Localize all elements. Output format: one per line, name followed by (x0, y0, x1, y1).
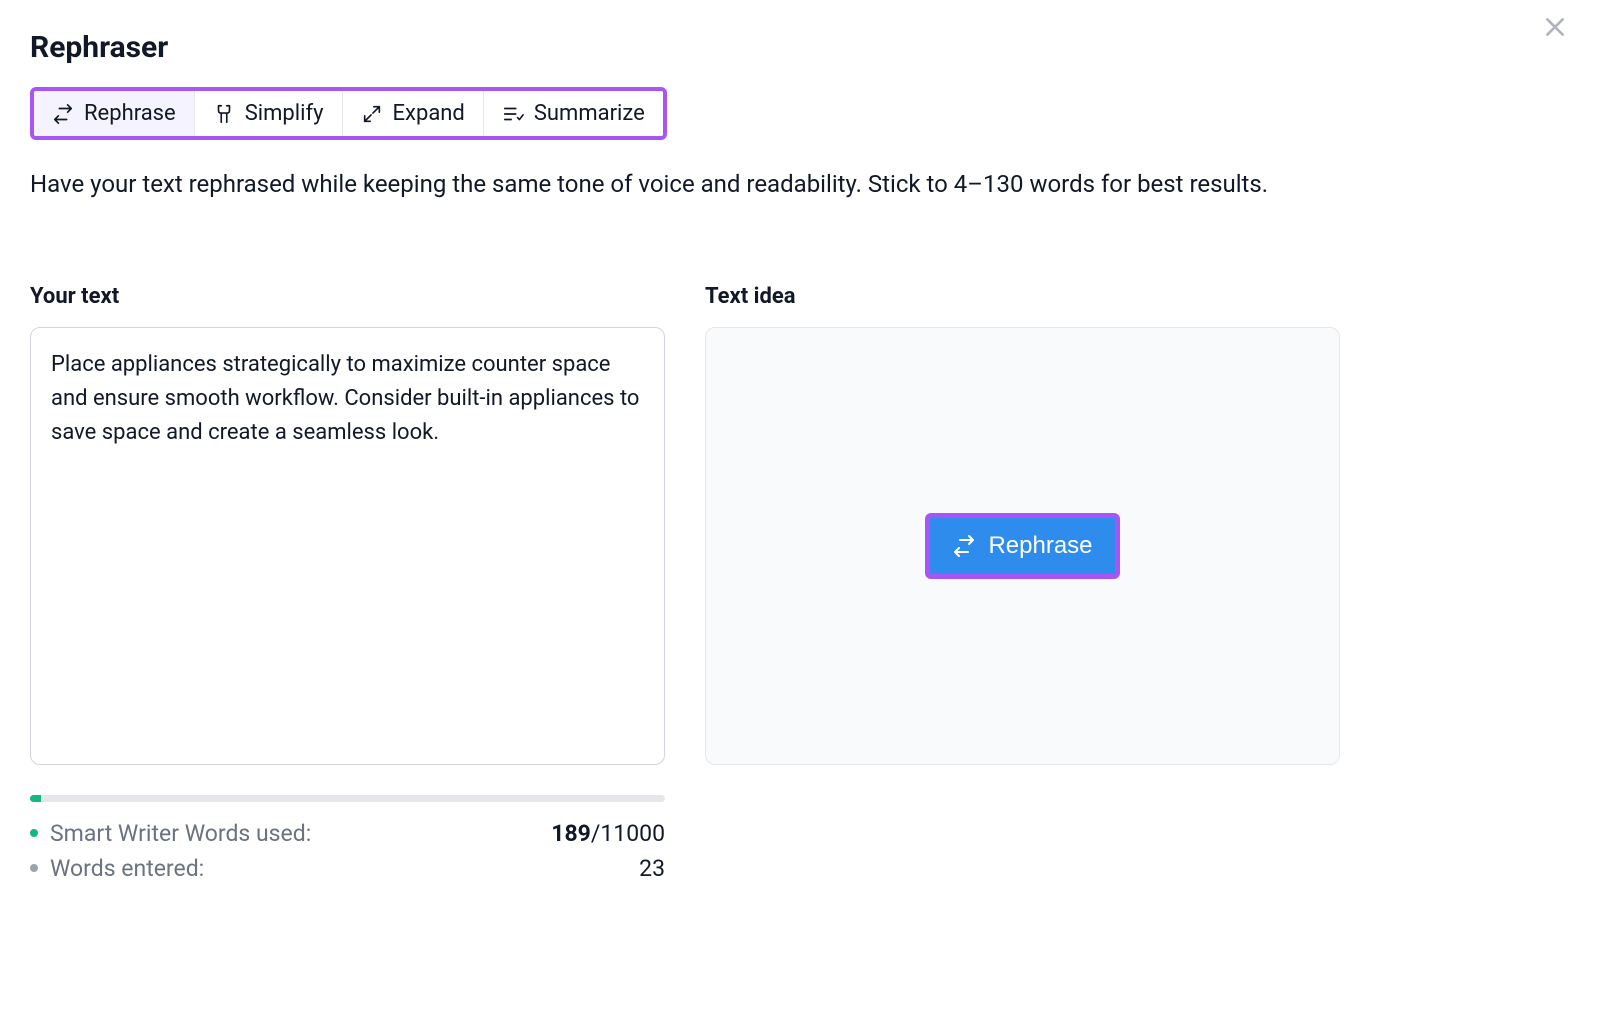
text-idea-output: Rephrase (705, 327, 1340, 765)
stat-dot-green (30, 829, 38, 837)
stat-value: 189/11000 (551, 820, 665, 847)
tab-label: Summarize (534, 101, 645, 126)
stat-smart-writer: Smart Writer Words used: 189/11000 (30, 820, 665, 847)
tab-rephrase[interactable]: Rephrase (34, 91, 195, 136)
simplify-icon (213, 103, 235, 125)
rephrase-button[interactable]: Rephrase (930, 518, 1114, 574)
stat-label: Smart Writer Words used: (50, 820, 311, 847)
tab-label: Expand (393, 101, 465, 126)
your-text-input[interactable] (30, 327, 665, 765)
stat-dot-gray (30, 864, 38, 872)
expand-icon (361, 103, 383, 125)
rephrase-button-label: Rephrase (988, 532, 1092, 560)
close-button[interactable] (1540, 12, 1570, 42)
tab-label: Rephrase (84, 101, 176, 126)
close-icon (1542, 14, 1568, 40)
tab-expand[interactable]: Expand (343, 91, 484, 136)
mode-tabs: Rephrase Simplify Expand Summarize (30, 87, 667, 140)
your-text-label: Your text (30, 284, 665, 309)
rephrase-icon (52, 103, 74, 125)
stat-words-entered: Words entered: 23 (30, 855, 665, 882)
mode-description: Have your text rephrased while keeping t… (30, 168, 1570, 202)
usage-progress-track (30, 795, 665, 802)
tab-summarize[interactable]: Summarize (484, 91, 663, 136)
tab-label: Simplify (245, 101, 324, 126)
page-title: Rephraser (30, 30, 1570, 65)
tab-simplify[interactable]: Simplify (195, 91, 343, 136)
stat-label: Words entered: (50, 855, 204, 882)
stat-value: 23 (639, 855, 665, 882)
rephrase-icon (952, 534, 976, 558)
text-idea-label: Text idea (705, 284, 1340, 309)
usage-progress-fill (30, 795, 41, 802)
summarize-icon (502, 103, 524, 125)
